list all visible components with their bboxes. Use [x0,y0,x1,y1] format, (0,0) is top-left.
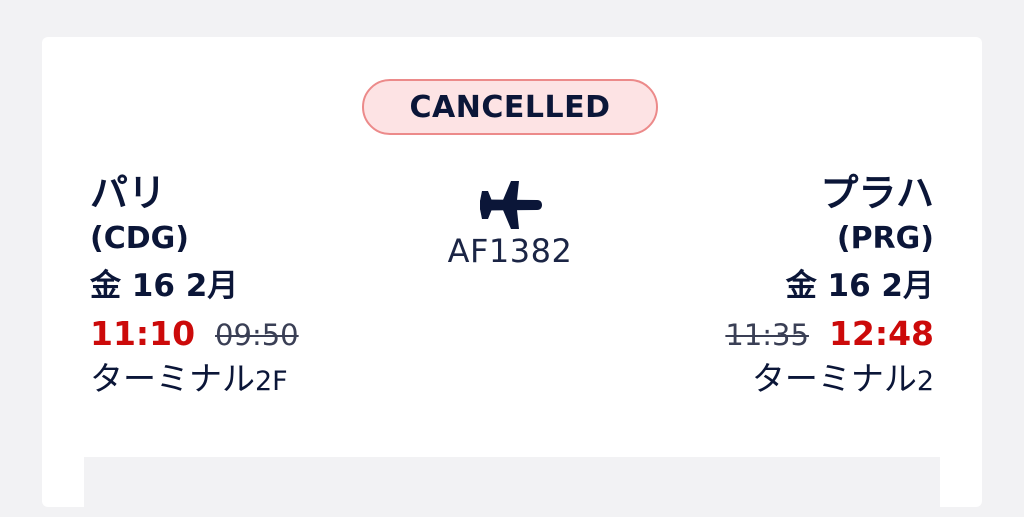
departure-times: 11:10 09:50 [90,311,450,357]
arrival-terminal: ターミナル2 [574,357,934,401]
status-badge: CANCELLED [362,79,658,135]
flight-card: CANCELLED パリ (CDG) 金 16 2月 11:10 09:50 ター… [42,37,982,517]
departure-scheduled-time: 09:50 [215,318,299,352]
details-panel [84,457,940,517]
arrival-terminal-label: ターミナル [751,359,917,398]
status-label: CANCELLED [409,89,611,125]
arrival-info: プラハ (PRG) 金 16 2月 11:35 12:48 ターミナル2 [574,169,934,401]
departure-airport-code: (CDG) [90,221,189,256]
departure-date: 金 16 2月 [90,268,239,304]
departure-city: パリ [90,171,167,215]
arrival-city: プラハ [820,171,934,215]
departure-terminal-label: ターミナル [90,359,255,398]
arrival-times: 11:35 12:48 [574,311,934,357]
arrival-airport-code: (PRG) [836,221,934,256]
arrival-new-time: 12:48 [828,314,934,353]
airplane-icon [480,181,542,229]
departure-terminal: ターミナル2F [90,357,450,401]
arrival-date: 金 16 2月 [785,268,934,304]
departure-info: パリ (CDG) 金 16 2月 11:10 09:50 ターミナル2F [90,169,450,401]
departure-terminal-code: 2F [255,366,288,397]
arrival-scheduled-time: 11:35 [725,318,809,352]
arrival-terminal-code: 2 [916,366,934,397]
departure-new-time: 11:10 [90,314,196,353]
